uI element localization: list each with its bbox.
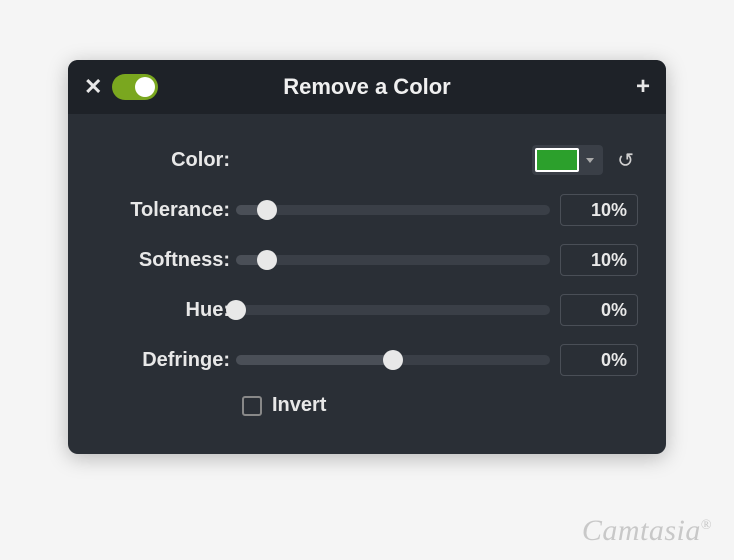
toggle-knob (135, 77, 155, 97)
tolerance-value[interactable]: 10% (560, 194, 638, 226)
close-icon[interactable]: ✕ (84, 76, 102, 98)
tolerance-label: Tolerance: (96, 199, 236, 222)
hue-value[interactable]: 0% (560, 294, 638, 326)
color-control: ↺ (236, 145, 638, 175)
chevron-down-icon (586, 158, 594, 163)
hue-slider[interactable] (236, 305, 550, 315)
hue-row: Hue: 0% (96, 294, 638, 326)
softness-label: Softness: (96, 249, 236, 272)
defringe-slider-fill (236, 355, 393, 365)
invert-row: Invert (96, 394, 638, 417)
color-swatch (535, 148, 579, 172)
softness-control: 10% (236, 244, 638, 276)
tolerance-control: 10% (236, 194, 638, 226)
hue-slider-thumb[interactable] (226, 300, 246, 320)
panel-body: Color: ↺ Tolerance: 10% Softness: (68, 114, 666, 454)
remove-color-panel: ✕ Remove a Color + Color: ↺ Tolerance: (68, 60, 666, 454)
color-picker[interactable] (532, 145, 603, 175)
tolerance-slider-thumb[interactable] (257, 200, 277, 220)
hue-label: Hue: (96, 299, 236, 322)
panel-title: Remove a Color (283, 74, 451, 100)
defringe-value[interactable]: 0% (560, 344, 638, 376)
defringe-slider[interactable] (236, 355, 550, 365)
color-row: Color: ↺ (96, 144, 638, 176)
color-label: Color: (96, 149, 236, 172)
tolerance-slider[interactable] (236, 205, 550, 215)
softness-slider[interactable] (236, 255, 550, 265)
watermark: Camtasia® (582, 514, 712, 548)
enable-toggle[interactable] (112, 74, 158, 100)
defringe-control: 0% (236, 344, 638, 376)
defringe-slider-thumb[interactable] (383, 350, 403, 370)
panel-header: ✕ Remove a Color + (68, 60, 666, 114)
defringe-label: Defringe: (96, 349, 236, 372)
add-icon[interactable]: + (636, 75, 650, 99)
reset-color-icon[interactable]: ↺ (613, 148, 638, 173)
softness-slider-thumb[interactable] (257, 250, 277, 270)
softness-row: Softness: 10% (96, 244, 638, 276)
tolerance-row: Tolerance: 10% (96, 194, 638, 226)
invert-checkbox[interactable] (242, 396, 262, 416)
invert-label: Invert (272, 394, 326, 417)
defringe-row: Defringe: 0% (96, 344, 638, 376)
hue-control: 0% (236, 294, 638, 326)
softness-value[interactable]: 10% (560, 244, 638, 276)
